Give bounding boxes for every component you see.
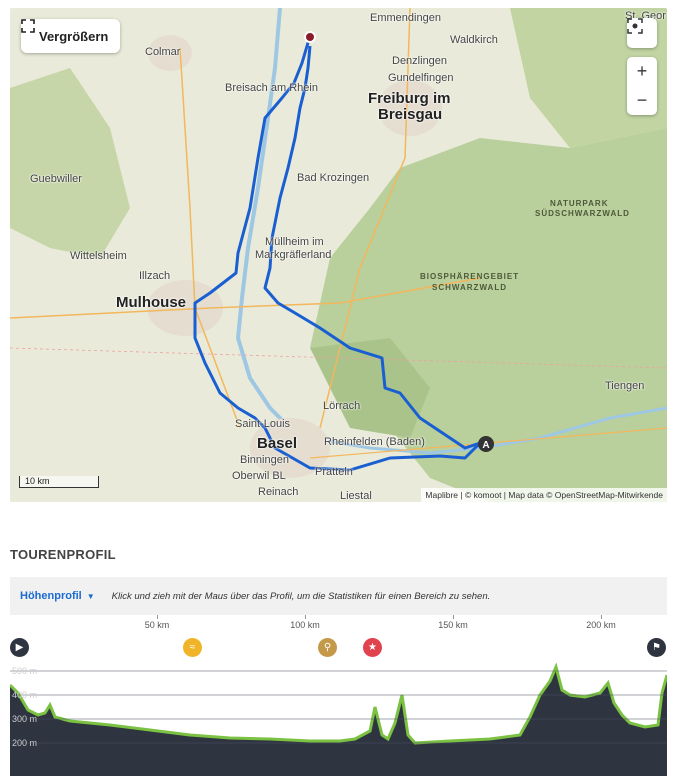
profile-type-select[interactable]: Höhenprofil ▼: [20, 590, 95, 602]
place-label: Tiengen: [605, 380, 645, 392]
profile-distance-axis: 50 km 100 km 150 km 200 km: [10, 615, 667, 635]
place-label-city: Basel: [257, 435, 298, 452]
km-tick-label: 100 km: [290, 620, 320, 630]
region-label: BIOSPHÄRENGEBIET: [420, 272, 520, 281]
map-attribution[interactable]: Maplibre | © komoot | Map data © OpenStr…: [421, 488, 667, 502]
place-label: Oberwil BL: [232, 470, 286, 482]
elevation-label: 400 m: [12, 690, 38, 700]
km-tick-label: 150 km: [438, 620, 468, 630]
locate-icon[interactable]: [627, 18, 657, 47]
place-label: Guebwiller: [30, 173, 82, 185]
place-label: Waldkirch: [450, 34, 498, 46]
place-label: Illzach: [139, 270, 171, 282]
elevation-chart: [10, 662, 667, 776]
place-label: Markgräflerland: [255, 249, 332, 261]
star-icon[interactable]: ★: [363, 638, 382, 657]
place-label: Rheinfelden (Baden): [324, 436, 425, 448]
place-label: Emmendingen: [370, 12, 441, 24]
place-label: Liestal: [340, 490, 372, 502]
section-title: TOURENPROFIL: [10, 547, 116, 562]
region-label: SCHWARZWALD: [432, 283, 507, 292]
map-scale: 10 km: [19, 476, 99, 488]
elevation-label: 500 m: [12, 666, 38, 676]
elevation-profile[interactable]: 500 m 400 m 300 m 200 m ▶ ≈ ⚲ ★ ⚑: [10, 635, 667, 776]
enlarge-map-label: Vergrößern: [39, 28, 109, 44]
play-icon[interactable]: ▶: [10, 638, 29, 657]
place-label: Lörrach: [323, 400, 361, 412]
caret-down-icon: ▼: [86, 591, 95, 601]
profile-hint: Klick und zieh mit der Maus über das Pro…: [111, 590, 491, 602]
place-label: Binningen: [240, 454, 289, 466]
elevation-label: 200 m: [12, 738, 38, 748]
place-label-city: Mulhouse: [116, 294, 186, 311]
tour-map[interactable]: A Emmendingen Waldkirch Denzlingen Gunde…: [10, 8, 667, 502]
zoom-control: + −: [627, 57, 657, 115]
place-label: Gundelfingen: [388, 72, 454, 84]
place-label: Reinach: [258, 486, 299, 498]
elevation-label: 300 m: [12, 714, 38, 724]
profile-type-label: Höhenprofil: [20, 590, 82, 602]
km-tick-label: 200 km: [586, 620, 616, 630]
profile-toolbar: Höhenprofil ▼ Klick und zieh mit der Mau…: [10, 577, 667, 615]
place-label: Bad Krozingen: [297, 172, 370, 184]
place-label-city: Breisgau: [378, 106, 443, 123]
zoom-out-button[interactable]: −: [627, 86, 657, 115]
waves-icon[interactable]: ≈: [183, 638, 202, 657]
enlarge-map-button[interactable]: Vergrößern: [21, 19, 121, 53]
finish-flag-icon[interactable]: ⚑: [647, 638, 666, 657]
start-marker-label: A: [482, 440, 489, 451]
zoom-in-button[interactable]: +: [627, 57, 657, 86]
locate-control[interactable]: [627, 18, 657, 48]
region-label: SÜDSCHWARZWALD: [535, 209, 630, 218]
place-label: Saint-Louis: [235, 418, 291, 430]
place-label: Breisach am Rhein: [225, 82, 318, 94]
place-label: Colmar: [145, 46, 181, 58]
place-label: Müllheim im: [265, 236, 324, 248]
region-label: NATURPARK: [550, 199, 609, 208]
bike-icon[interactable]: ⚲: [318, 638, 337, 657]
km-tick-label: 50 km: [144, 620, 170, 630]
place-label: Denzlingen: [392, 55, 448, 67]
place-label-city: Freiburg im: [368, 90, 451, 107]
place-label: Pratteln: [315, 466, 353, 478]
place-label: Wittelsheim: [70, 250, 127, 262]
